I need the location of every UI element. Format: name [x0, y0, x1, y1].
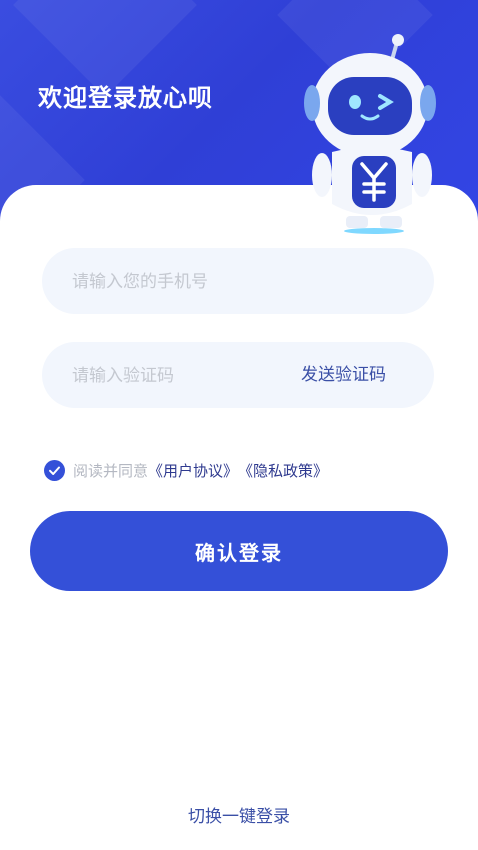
- phone-field: [42, 248, 434, 316]
- agreement-prefix: 阅读并同意: [73, 462, 149, 480]
- switch-one-click-login-link[interactable]: 切换一键登录: [0, 802, 478, 827]
- confirm-login-button[interactable]: 确认登录: [30, 511, 448, 591]
- code-input[interactable]: [70, 342, 274, 410]
- code-field: 发送验证码: [42, 342, 434, 410]
- agreement-row: 阅读并同意 《用户协议》 《隐私政策》: [44, 460, 328, 481]
- robot-mascot-icon: [304, 34, 436, 234]
- user-agreement-link[interactable]: 《用户协议》: [148, 460, 238, 481]
- welcome-title: 欢迎登录放心呗: [38, 84, 213, 112]
- agreement-checkbox[interactable]: [44, 460, 65, 481]
- phone-input[interactable]: [70, 248, 274, 316]
- privacy-policy-link[interactable]: 《隐私政策》: [238, 460, 328, 481]
- send-code-button[interactable]: 发送验证码: [301, 342, 386, 408]
- check-icon: [49, 466, 60, 475]
